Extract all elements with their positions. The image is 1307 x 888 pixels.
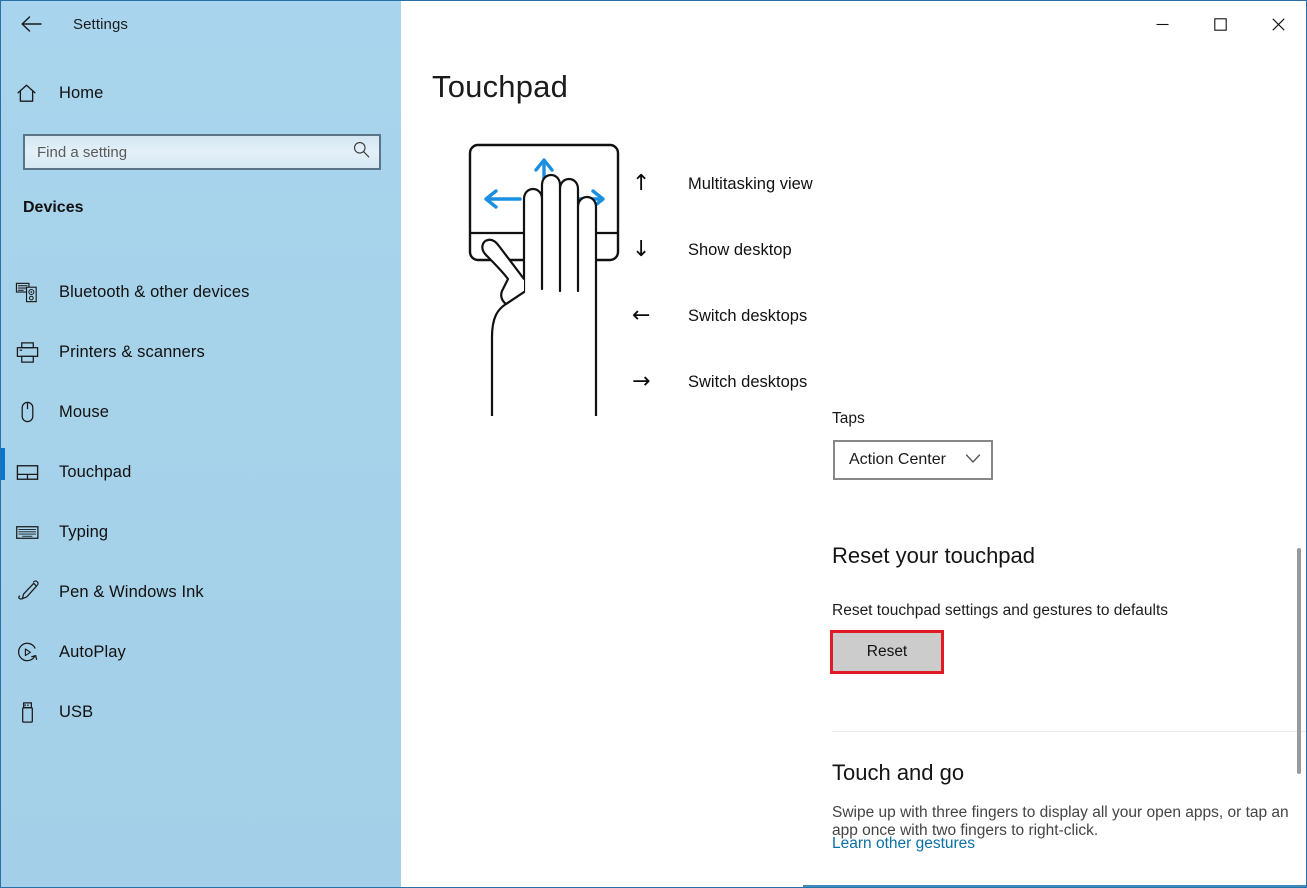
taps-selected-value: Action Center bbox=[849, 451, 946, 468]
sidebar-item-label: Mouse bbox=[59, 402, 110, 421]
sidebar-item-typing[interactable]: Typing bbox=[1, 502, 401, 562]
section-divider bbox=[832, 731, 1306, 732]
back-arrow-icon bbox=[21, 16, 42, 32]
sidebar-item-touchpad[interactable]: Touchpad bbox=[1, 442, 401, 502]
gesture-label: Switch desktops bbox=[688, 306, 808, 325]
arrow-left-icon: ← bbox=[632, 303, 651, 328]
settings-window: Settings Home Devices bbox=[0, 0, 1307, 888]
sidebar-item-pen-windows-ink[interactable]: Pen & Windows Ink bbox=[1, 562, 401, 622]
sidebar-item-autoplay[interactable]: AutoPlay bbox=[1, 622, 401, 682]
arrow-right-icon: → bbox=[632, 369, 651, 394]
maximize-icon bbox=[1213, 17, 1227, 31]
arrow-down-icon: ↓ bbox=[632, 237, 651, 262]
gesture-label: Multitasking view bbox=[688, 174, 813, 193]
keyboard-icon bbox=[15, 520, 49, 545]
taps-label: Taps bbox=[832, 410, 865, 427]
scrollbar-thumb[interactable] bbox=[1297, 548, 1301, 774]
search-box[interactable] bbox=[23, 134, 381, 170]
search-icon[interactable] bbox=[352, 140, 371, 164]
app-title: Settings bbox=[73, 15, 128, 33]
sidebar-item-label: Printers & scanners bbox=[59, 342, 205, 361]
sidebar-item-label: Typing bbox=[59, 522, 109, 541]
sidebar-item-label: Touchpad bbox=[59, 462, 132, 481]
learn-other-gestures-link[interactable]: Learn other gestures bbox=[832, 835, 975, 853]
reset-section-title: Reset your touchpad bbox=[832, 543, 1036, 568]
chevron-down-icon bbox=[965, 451, 981, 469]
autoplay-icon bbox=[15, 640, 49, 665]
mouse-icon bbox=[15, 400, 49, 425]
main-content: Touchpad ↑ Multitasking view ↓ Show desk… bbox=[402, 1, 1306, 887]
sidebar-item-mouse[interactable]: Mouse bbox=[1, 382, 401, 442]
window-bottom-border bbox=[803, 885, 1306, 887]
page-title: Touchpad bbox=[432, 69, 569, 104]
touchpad-icon bbox=[15, 460, 49, 485]
sidebar-item-label: Pen & Windows Ink bbox=[59, 582, 204, 601]
gesture-label: Show desktop bbox=[688, 240, 792, 259]
search-input[interactable] bbox=[37, 143, 352, 161]
gesture-label: Switch desktops bbox=[688, 372, 808, 391]
sidebar: Settings Home Devices bbox=[1, 1, 401, 887]
close-button[interactable] bbox=[1249, 1, 1306, 47]
bluetooth-devices-icon bbox=[15, 280, 49, 305]
title-bar-left: Settings bbox=[1, 1, 401, 47]
sidebar-item-printers-scanners[interactable]: Printers & scanners bbox=[1, 322, 401, 382]
printer-icon bbox=[15, 340, 49, 365]
sidebar-item-label: Home bbox=[59, 83, 104, 102]
touch-and-go-title: Touch and go bbox=[832, 760, 965, 785]
back-button[interactable] bbox=[9, 1, 55, 47]
gesture-row-multitasking-view: ↑ Multitasking view bbox=[632, 151, 813, 217]
sidebar-item-home[interactable]: Home bbox=[1, 71, 401, 115]
sidebar-item-label: AutoPlay bbox=[59, 642, 126, 661]
sidebar-item-bluetooth-other-devices[interactable]: Bluetooth & other devices bbox=[1, 262, 401, 322]
reset-section-description: Reset touchpad settings and gestures to … bbox=[832, 602, 1169, 619]
sidebar-item-label: Bluetooth & other devices bbox=[59, 282, 250, 301]
maximize-button[interactable] bbox=[1191, 1, 1249, 47]
pen-icon bbox=[15, 579, 49, 605]
sidebar-nav-list: Bluetooth & other devices Printers & sca… bbox=[1, 262, 401, 742]
taps-dropdown[interactable]: Action Center bbox=[833, 440, 993, 480]
arrow-up-icon: ↑ bbox=[632, 171, 651, 196]
usb-icon bbox=[15, 700, 49, 725]
gesture-list: ↑ Multitasking view ↓ Show desktop ← Swi… bbox=[632, 151, 813, 415]
minimize-button[interactable] bbox=[1133, 1, 1191, 47]
minimize-icon bbox=[1156, 23, 1168, 25]
home-icon bbox=[15, 82, 49, 105]
sidebar-item-label: USB bbox=[59, 702, 94, 721]
gesture-row-show-desktop: ↓ Show desktop bbox=[632, 217, 813, 283]
gesture-row-switch-desktops-right: → Switch desktops bbox=[632, 349, 813, 415]
reset-button[interactable]: Reset bbox=[830, 630, 944, 674]
close-icon bbox=[1271, 17, 1285, 31]
sidebar-group-header: Devices bbox=[23, 199, 84, 216]
sidebar-item-usb[interactable]: USB bbox=[1, 682, 401, 742]
scrollbar[interactable] bbox=[1291, 47, 1306, 887]
window-controls bbox=[1133, 1, 1306, 47]
gesture-row-switch-desktops-left: ← Switch desktops bbox=[632, 283, 813, 349]
